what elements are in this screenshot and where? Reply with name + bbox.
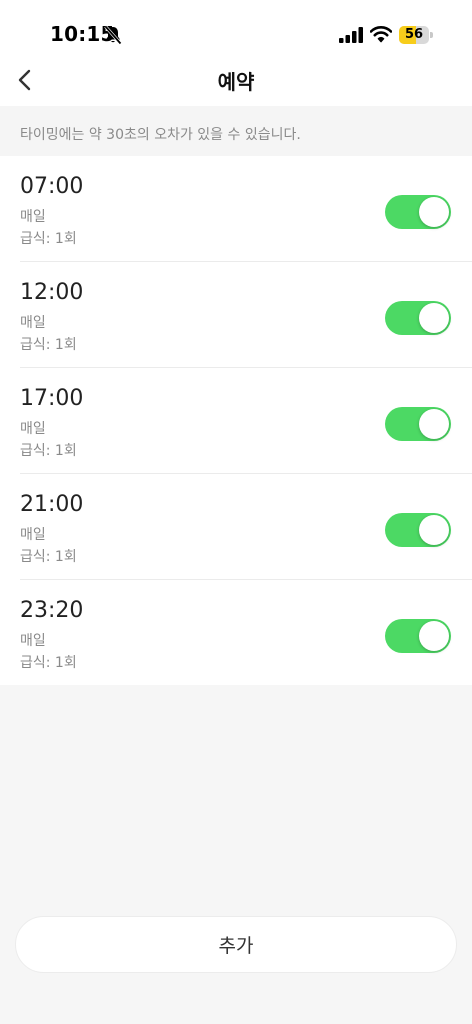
schedule-item[interactable]: 12:00 매일급식: 1회 xyxy=(0,262,472,368)
schedule-portion: 급식: 1회 xyxy=(20,231,77,247)
timing-notice: 타이밍에는 약 30초의 오차가 있을 수 있습니다. xyxy=(0,106,472,156)
toggle-knob xyxy=(419,303,449,333)
status-bar: 10:15 56 xyxy=(0,0,472,56)
schedule-portion: 급식: 1회 xyxy=(20,337,77,353)
schedule-item[interactable]: 07:00 매일급식: 1회 xyxy=(0,156,472,262)
schedule-repeat: 매일 xyxy=(20,421,46,437)
header: 예약 xyxy=(0,56,472,106)
bell-slash-icon xyxy=(104,25,122,45)
schedule-repeat: 매일 xyxy=(20,633,46,649)
schedule-time: 12:00 xyxy=(20,280,84,305)
signal-icon xyxy=(339,27,363,43)
schedule-toggle[interactable] xyxy=(385,195,451,229)
schedule-item[interactable]: 21:00 매일급식: 1회 xyxy=(0,474,472,580)
battery-level: 56 xyxy=(404,27,424,42)
schedule-item[interactable]: 23:20 매일급식: 1회 xyxy=(0,580,472,686)
schedule-toggle[interactable] xyxy=(385,301,451,335)
battery-icon: 56 xyxy=(399,26,433,44)
toggle-knob xyxy=(419,621,449,651)
schedule-toggle[interactable] xyxy=(385,407,451,441)
schedule-item[interactable]: 17:00 매일급식: 1회 xyxy=(0,368,472,474)
schedule-time: 17:00 xyxy=(20,386,84,411)
schedule-time: 07:00 xyxy=(20,174,84,199)
schedule-time: 23:20 xyxy=(20,598,84,623)
schedule-toggle[interactable] xyxy=(385,619,451,653)
toggle-knob xyxy=(419,515,449,545)
toggle-knob xyxy=(419,197,449,227)
schedule-list: 07:00 매일 급식: 1회 12:00 매일 급식: 1회 17:00 매일 급식: 1회 2… xyxy=(0,156,472,685)
schedule-portion: 급식: 1회 xyxy=(20,549,77,565)
add-schedule-button[interactable]: 추가 xyxy=(15,916,457,973)
schedule-repeat: 매일 xyxy=(20,315,46,331)
toggle-knob xyxy=(419,409,449,439)
schedule-portion: 급식: 1회 xyxy=(20,443,77,459)
schedule-repeat: 매일 xyxy=(20,209,46,225)
schedule-repeat: 매일 xyxy=(20,527,46,543)
notice-text: 타이밍에는 약 30초의 오차가 있을 수 있습니다. xyxy=(20,127,301,143)
schedule-screen: 10:15 56 예약 타이밍에는 약 30초의 오차가 있을 수 있습니다. … xyxy=(0,0,472,1024)
schedule-time: 21:00 xyxy=(20,492,84,517)
page-title: 예약 xyxy=(217,70,255,94)
schedule-toggle[interactable] xyxy=(385,513,451,547)
wifi-icon xyxy=(370,26,392,43)
schedule-portion: 급식: 1회 xyxy=(20,655,77,671)
